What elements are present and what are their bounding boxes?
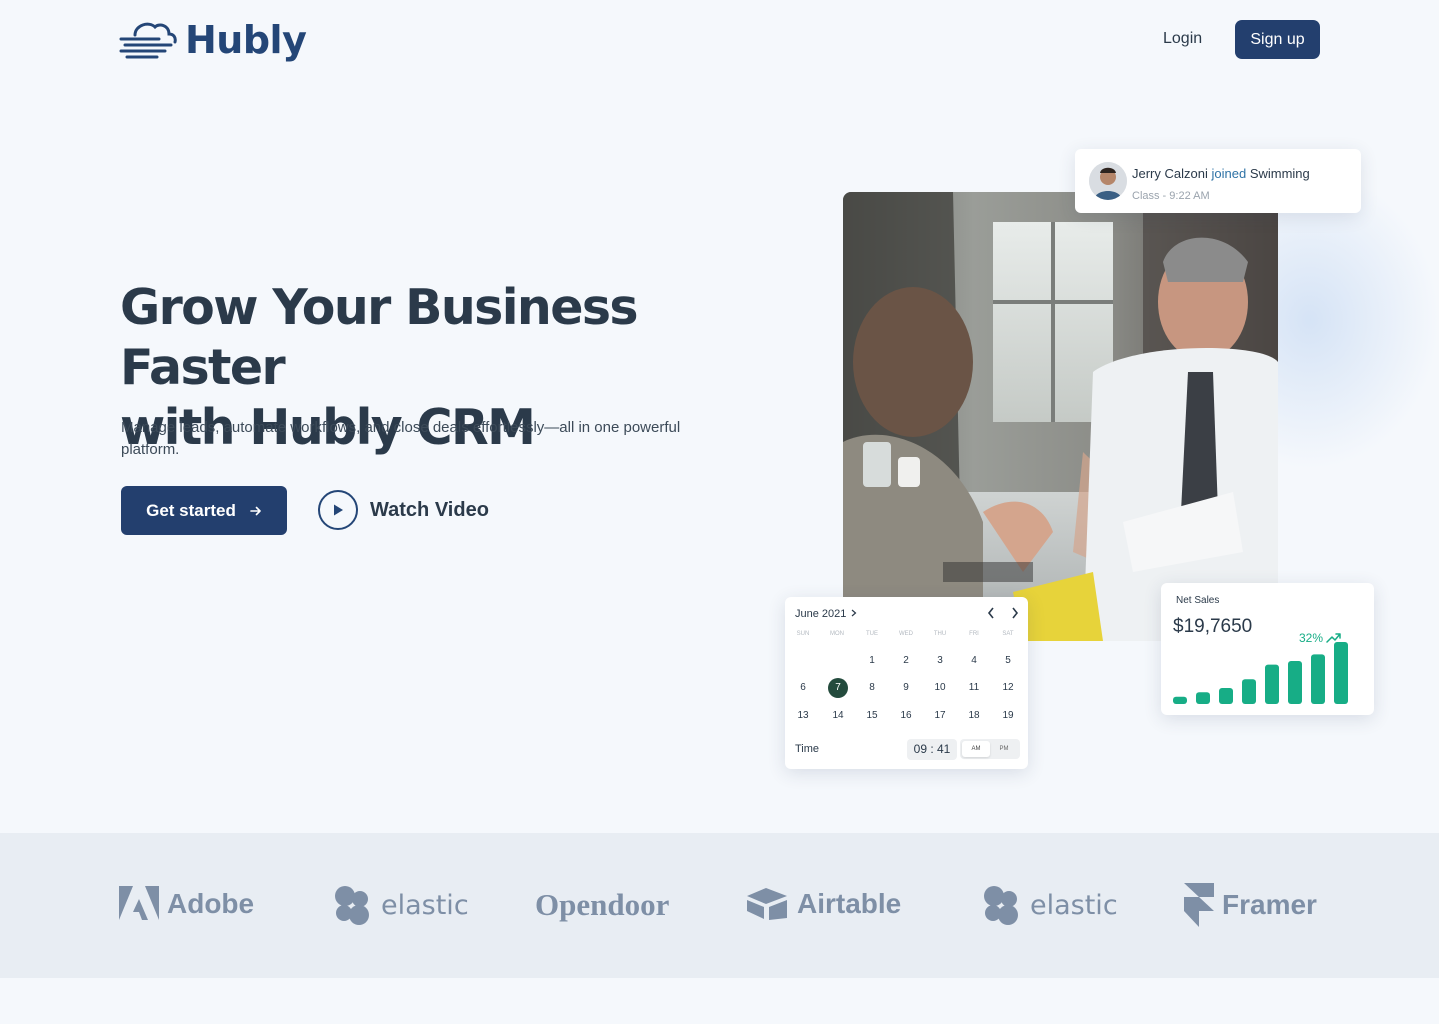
login-button[interactable]: Login [1163,30,1202,48]
calendar-next-button[interactable] [1008,605,1022,621]
chevron-left-icon [987,607,994,619]
calendar-day[interactable]: 14 [828,706,848,726]
weekday-label: SUN [796,631,810,637]
logo-opendoor-text: Opendoor [535,887,670,922]
chevron-right-icon [852,609,857,617]
notification-meta: Class - 9:22 AM [1132,190,1210,202]
calendar-day-selected[interactable]: 7 [828,678,848,698]
sales-bar [1196,692,1210,704]
calendar-prev-button[interactable] [984,605,998,621]
calendar-widget: June 2021 SUN MON TUE WED THU FRI SAT 1 … [785,597,1028,769]
calendar-day[interactable]: 13 [793,706,813,726]
weekday-label: FRI [969,631,979,637]
calendar-day[interactable]: 9 [896,678,916,698]
calendar-day[interactable]: 8 [862,678,882,698]
logo-elastic-text: elastic [381,889,469,921]
brand-logo[interactable]: Hubly [119,17,307,63]
sales-bar [1334,642,1348,704]
notification-target: Swimming [1249,166,1310,181]
hero-photo [843,192,1278,641]
am-option[interactable]: AM [962,741,990,757]
pm-option[interactable]: PM [990,741,1018,757]
hero-title-line1: Grow Your Business Faster [120,279,639,396]
calendar-day[interactable]: 18 [964,706,984,726]
weekday-label: TUE [866,631,878,637]
watch-video-label: Watch Video [370,498,489,521]
get-started-label: Get started [146,500,236,520]
calendar-day[interactable]: 15 [862,706,882,726]
sales-bar [1288,661,1302,704]
net-sales-card: Net Sales $19,7650 32% [1161,583,1374,715]
time-label: Time [795,743,820,755]
brand-name: Hubly [185,18,307,62]
airtable-icon [747,888,787,920]
watch-video-button[interactable]: Watch Video [318,490,489,530]
calendar-day[interactable]: 5 [998,651,1018,671]
calendar-day[interactable]: 19 [998,706,1018,726]
weekday-label: WED [899,631,913,637]
partner-logos-band: Adobe elastic Opendoor Airtable elastic … [0,833,1439,978]
landing-page: Hubly Login Sign up Grow Your Business F… [0,0,1439,1024]
logo-framer: Framer [1184,883,1317,927]
arrow-right-icon [250,506,261,515]
logo-opendoor: Opendoor [535,887,669,923]
sales-bar [1311,654,1325,704]
net-sales-bar-chart [1173,642,1348,704]
calendar-day[interactable]: 16 [896,706,916,726]
calendar-day[interactable]: 17 [930,706,950,726]
logo-elastic: elastic [331,884,469,926]
calendar-day[interactable]: 11 [964,678,984,698]
calendar-day[interactable]: 10 [930,678,950,698]
chevron-right-icon [1012,607,1019,619]
notification-card[interactable]: Jerry Calzoni joined Swimming Class - 9:… [1075,149,1361,213]
framer-icon [1184,883,1214,927]
logo-elastic: elastic [980,884,1118,926]
calendar-day[interactable]: 2 [896,651,916,671]
elastic-icon [335,886,369,925]
notification-action: joined [1211,166,1247,181]
logo-airtable-text: Airtable [797,888,902,919]
get-started-button[interactable]: Get started [121,486,287,535]
weekday-label: SAT [1002,631,1014,637]
sales-bar [1265,664,1279,704]
cloud-wind-icon [119,22,177,59]
calendar-month-selector[interactable]: June 2021 [795,608,857,620]
play-icon [318,490,358,530]
calendar-day[interactable]: 1 [862,651,882,671]
net-sales-value: $19,7650 [1173,616,1253,637]
am-pm-toggle: AM PM [960,739,1020,759]
net-sales-label: Net Sales [1176,595,1220,606]
calendar-day[interactable]: 6 [793,678,813,698]
weekday-label: THU [933,631,947,637]
weekday-label: MON [830,631,844,637]
calendar-day[interactable]: 4 [964,651,984,671]
hero-subtitle: Manage leads, automate workflows, and cl… [121,419,681,458]
logo-elastic-text: elastic [1030,889,1118,921]
sales-bar [1173,696,1187,704]
sales-bar [1242,679,1256,704]
notification-user: Jerry Calzoni [1132,166,1208,181]
signup-button[interactable]: Sign up [1235,20,1320,59]
avatar [1089,162,1127,200]
notification-message: Jerry Calzoni joined Swimming [1132,166,1310,181]
time-input[interactable]: 09 : 41 [907,739,957,760]
logo-adobe: Adobe [119,886,254,922]
elastic-icon [984,886,1018,925]
sales-bar [1219,688,1233,704]
logo-framer-text: Framer [1222,889,1317,920]
calendar-day[interactable]: 3 [930,651,950,671]
logo-adobe-text: Adobe [167,888,255,919]
logo-airtable: Airtable [747,887,901,921]
adobe-icon [119,886,159,920]
calendar-day[interactable]: 12 [998,678,1018,698]
calendar-month-label: June 2021 [795,608,847,620]
